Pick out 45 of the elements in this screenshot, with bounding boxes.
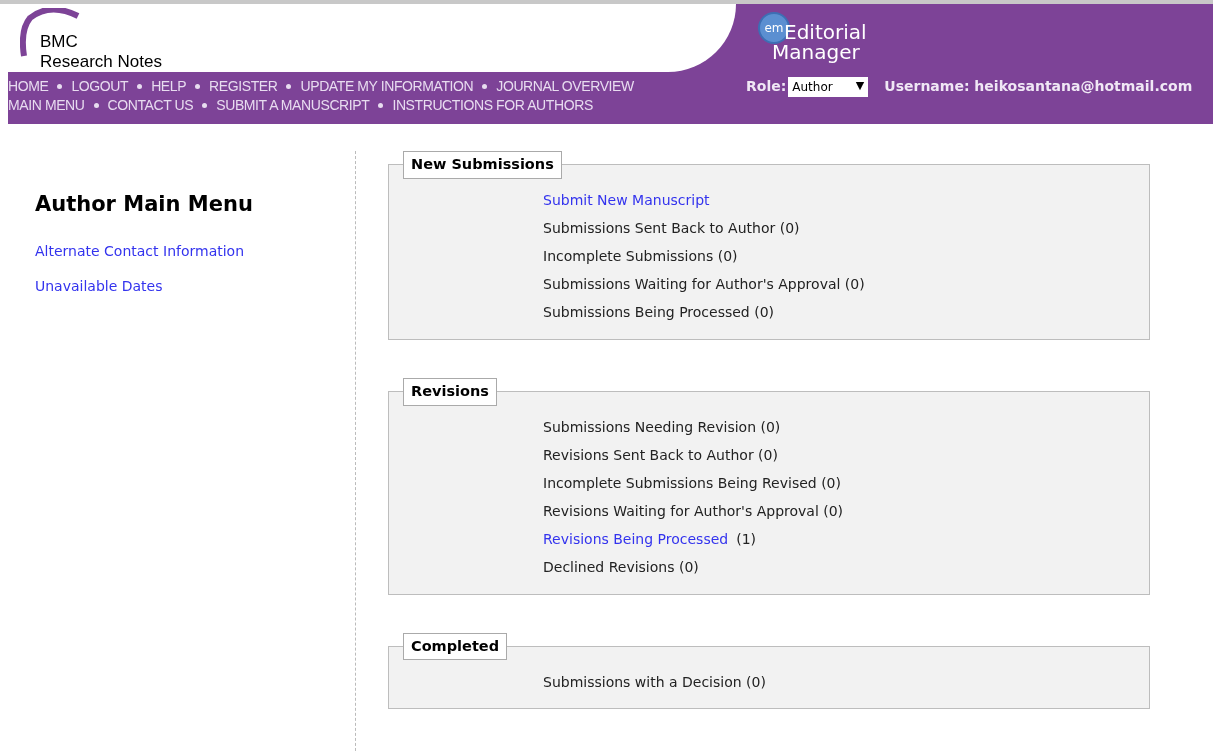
role-select[interactable]: Author ▼ bbox=[788, 76, 869, 97]
menu-item-text: Submissions Sent Back to Author (0) bbox=[543, 219, 800, 239]
nav-link[interactable]: SUBMIT A MANUSCRIPT bbox=[216, 97, 370, 114]
bullet-icon bbox=[202, 103, 208, 108]
journal-name: Research Notes bbox=[40, 52, 162, 72]
nav-link[interactable]: INSTRUCTIONS FOR AUTHORS bbox=[392, 97, 593, 114]
menu-item-text: Incomplete Submissions Being Revised (0) bbox=[543, 474, 841, 493]
menu-link[interactable]: Submit New Manuscript bbox=[543, 190, 710, 212]
menu-item-text: Submissions Needing Revision (0) bbox=[543, 418, 781, 437]
sidebar-link[interactable]: Alternate Contact Information bbox=[35, 240, 245, 262]
sidebar-link[interactable]: Unavailable Dates bbox=[35, 275, 163, 297]
menu-title: Author Main Menu bbox=[35, 191, 254, 218]
nav-link[interactable]: MAIN MENU bbox=[8, 97, 85, 114]
nav-link[interactable]: HOME bbox=[8, 78, 49, 95]
bullet-icon bbox=[195, 84, 201, 89]
menu-item-text: Declined Revisions (0) bbox=[543, 558, 699, 577]
editorial-manager-logo: Editorial bbox=[784, 22, 867, 42]
bullet-icon bbox=[137, 84, 143, 89]
section-title: Revisions bbox=[403, 377, 497, 406]
bullet-icon bbox=[57, 84, 63, 89]
menu-item-text: Revisions Sent Back to Author (0) bbox=[543, 446, 778, 465]
bullet-icon bbox=[378, 103, 384, 108]
editorial-manager-logo: Manager bbox=[772, 42, 861, 62]
nav-link[interactable]: UPDATE MY INFORMATION bbox=[300, 78, 474, 95]
menu-item-text: Revisions Waiting for Author's Approval (0) bbox=[543, 502, 844, 521]
bullet-icon bbox=[286, 84, 292, 89]
item-count: (1) bbox=[736, 530, 757, 549]
em-badge-text: em bbox=[764, 20, 784, 37]
role-label: Role: bbox=[746, 77, 787, 96]
menu-item-text: Submissions with a Decision (0) bbox=[543, 672, 766, 692]
nav-link[interactable]: CONTACT US bbox=[107, 97, 194, 114]
menu-item-text: Incomplete Submissions (0) bbox=[543, 247, 738, 267]
section-title: Completed bbox=[403, 632, 508, 661]
section-title: New Submissions bbox=[403, 151, 562, 179]
journal-name: BMC bbox=[40, 32, 79, 52]
nav-link[interactable]: JOURNAL OVERVIEW bbox=[496, 78, 634, 95]
nav-link[interactable]: LOGOUT bbox=[71, 78, 129, 95]
nav-link[interactable]: REGISTER bbox=[209, 78, 278, 95]
menu-link[interactable]: Revisions Being Processed bbox=[543, 529, 729, 550]
menu-item-text: Submissions Being Processed (0) bbox=[543, 303, 775, 323]
menu-item-text: Submissions Waiting for Author's Approval (0) bbox=[543, 275, 865, 295]
bullet-icon bbox=[93, 103, 99, 108]
bullet-icon bbox=[482, 84, 488, 89]
nav-link[interactable]: HELP bbox=[151, 78, 187, 95]
username-label: Username: heikosantana@hotmail.com bbox=[884, 77, 1193, 96]
